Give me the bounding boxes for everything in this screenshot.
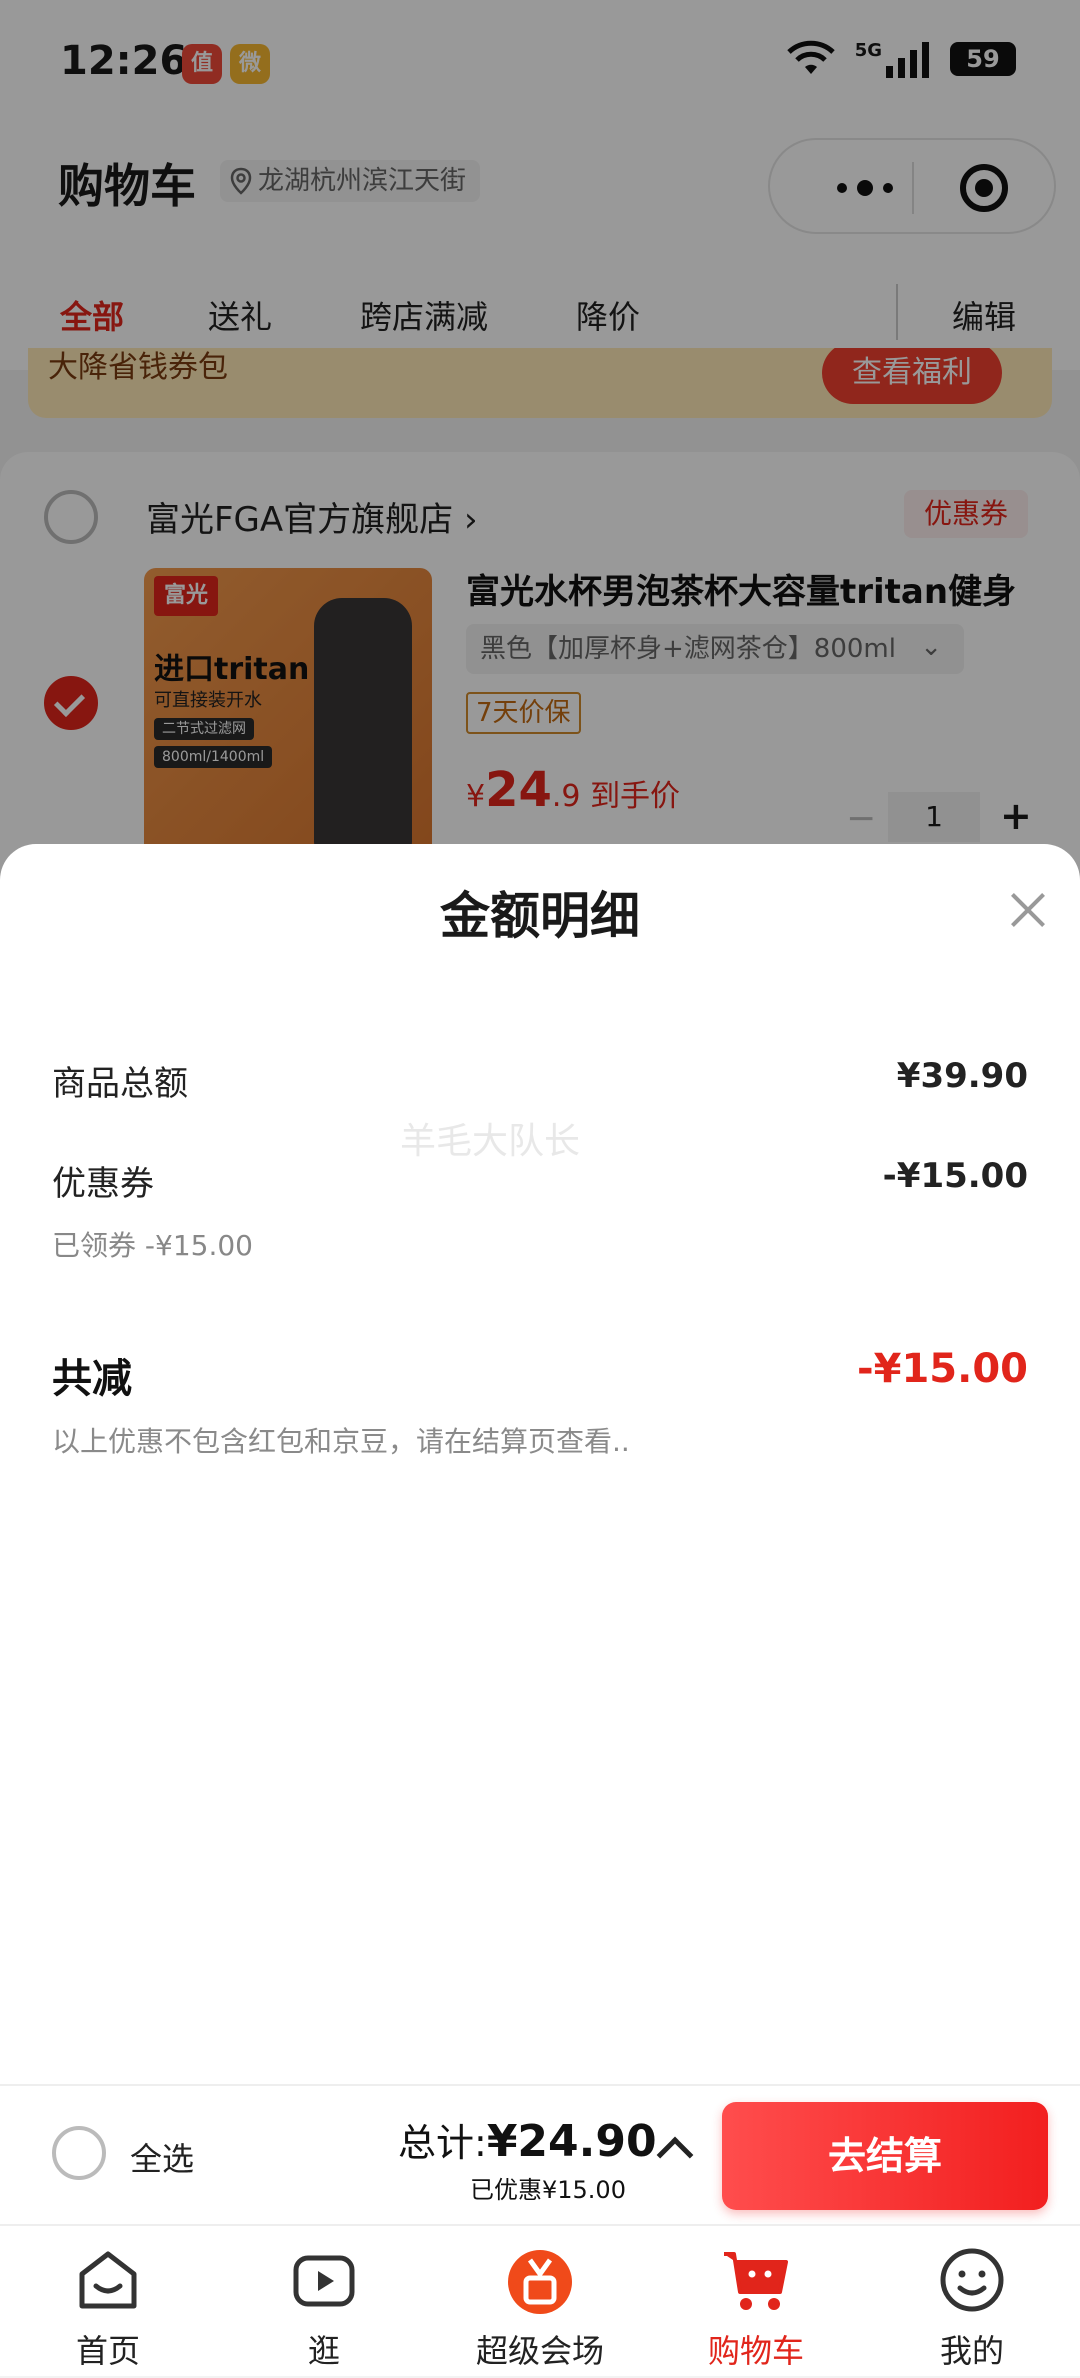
- nav-item-home[interactable]: 首页: [0, 2226, 216, 2378]
- chevron-up-icon[interactable]: [656, 2136, 694, 2174]
- select-all-label[interactable]: 全选: [130, 2134, 194, 2180]
- total-discount-value: -¥15.00: [857, 1346, 1028, 1392]
- profile-icon: [940, 2248, 1004, 2312]
- cart-icon: [724, 2252, 788, 2310]
- total-amount: 总计:¥24.90: [398, 2116, 657, 2167]
- checkout-button[interactable]: 去结算: [722, 2102, 1048, 2210]
- nav-label: 超级会场: [475, 2332, 604, 2370]
- watermark: 羊毛大队长: [400, 1121, 581, 1162]
- home-icon: [79, 2251, 137, 2309]
- total-discount-label: 共减: [52, 1356, 132, 1402]
- goods-total-value: ¥39.90: [896, 1056, 1028, 1096]
- nav-label: 我的: [939, 2332, 1004, 2370]
- coupon-value: -¥15.00: [882, 1156, 1028, 1196]
- goods-total-label: 商品总额: [52, 1064, 188, 1104]
- nav-label: 逛: [307, 2332, 340, 2370]
- saved-amount: 已优惠¥15.00: [470, 2176, 626, 2204]
- discount-note: 以上优惠不包含红包和京豆，请在结算页查看..: [52, 1425, 630, 1458]
- nav-label: 购物车: [707, 2332, 804, 2370]
- select-all-radio[interactable]: [52, 2126, 106, 2180]
- nav-item-cart[interactable]: 购物车: [648, 2226, 864, 2378]
- super-venue-icon: [508, 2250, 572, 2314]
- close-icon[interactable]: [1000, 882, 1056, 938]
- coupon-claimed-detail: 已领券 -¥15.00: [52, 1229, 253, 1262]
- nav-item-browse[interactable]: 逛: [216, 2226, 432, 2378]
- video-icon: [293, 2255, 355, 2307]
- amount-detail-sheet: 金额明细 羊毛大队长 商品总额 ¥39.90 优惠券 -¥15.00 已领券 -…: [0, 844, 1080, 2084]
- bottom-nav: 首页 逛 超级会场 购物车 我的: [0, 2224, 1080, 2376]
- checkout-bar: 全选 总计:¥24.90 已优惠¥15.00 去结算: [0, 2084, 1080, 2224]
- nav-label: 首页: [75, 2332, 140, 2370]
- coupon-label: 优惠券: [52, 1164, 154, 1204]
- nav-item-super-venue[interactable]: 超级会场: [432, 2226, 648, 2378]
- sheet-title: 金额明细: [440, 887, 640, 945]
- nav-item-profile[interactable]: 我的: [864, 2226, 1080, 2378]
